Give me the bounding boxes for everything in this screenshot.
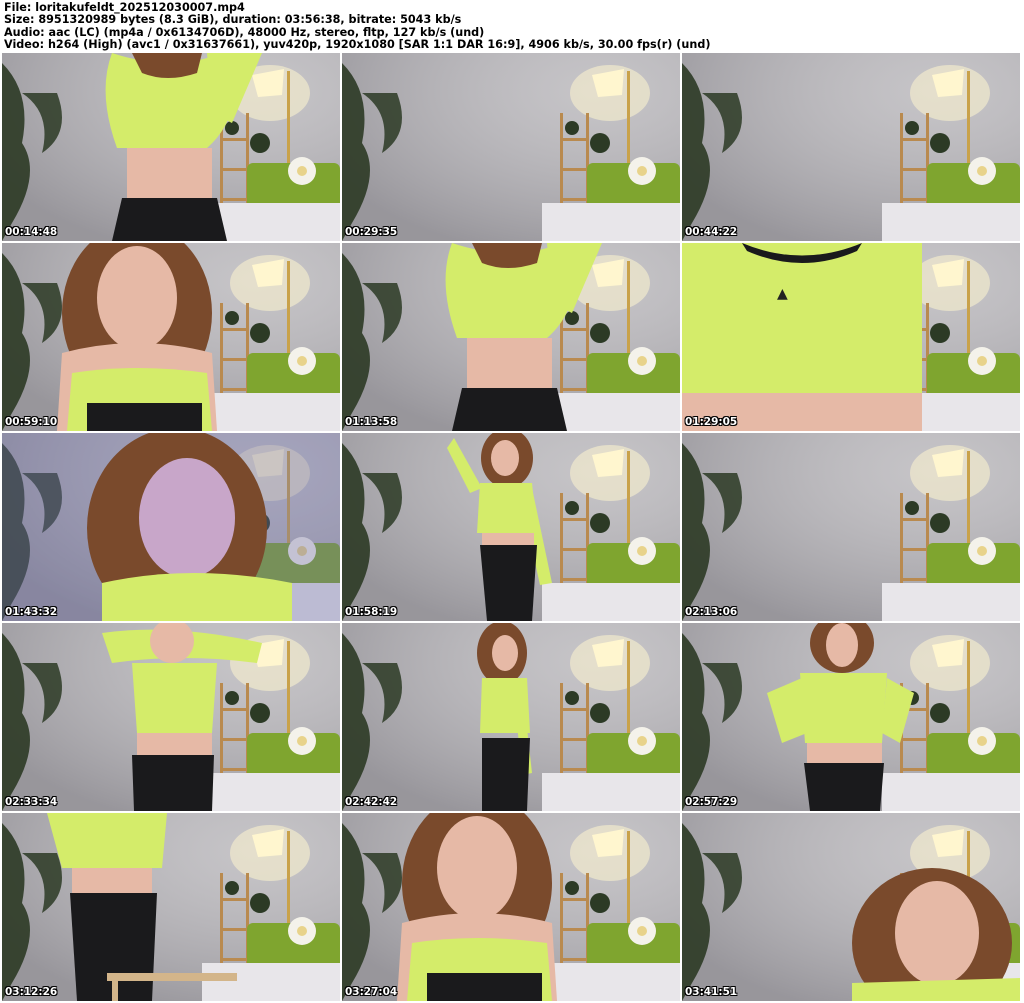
thumbnail-timestamp: 02:13:06	[685, 606, 738, 618]
thumbnail-frame: ▲	[682, 243, 1020, 431]
video-thumbnail: 01:43:32	[2, 433, 340, 621]
video-thumbnail: 00:29:35	[342, 53, 680, 241]
thumbnail-frame	[342, 243, 680, 431]
thumbnail-frame	[2, 623, 340, 811]
thumbnail-frame	[682, 813, 1020, 1001]
video-thumbnail: ▲ 01:29:05	[682, 243, 1020, 431]
video-thumbnail: 00:14:48	[2, 53, 340, 241]
thumbnail-frame	[2, 53, 340, 241]
video-thumbnail: 02:57:29	[682, 623, 1020, 811]
thumbnail-timestamp: 00:14:48	[5, 226, 58, 238]
thumbnail-frame	[342, 433, 680, 621]
video-thumbnail: 03:27:04	[342, 813, 680, 1001]
thumbnail-timestamp: 02:57:29	[685, 796, 738, 808]
thumbnail-frame	[342, 813, 680, 1001]
video-thumbnail: 01:13:58	[342, 243, 680, 431]
thumbnail-timestamp: 01:13:58	[345, 416, 398, 428]
file-size-line: Size: 8951320989 bytes (8.3 GiB), durati…	[4, 13, 462, 27]
thumbnail-timestamp: 02:42:42	[345, 796, 398, 808]
video-thumbnail: 01:58:19	[342, 433, 680, 621]
video-thumbnail: 03:12:26	[2, 813, 340, 1001]
svg-text:▲: ▲	[777, 286, 788, 302]
thumbnail-frame	[2, 813, 340, 1001]
thumbnail-frame	[342, 53, 680, 241]
thumbnail-timestamp: 01:58:19	[345, 606, 398, 618]
thumbnail-timestamp: 01:43:32	[5, 606, 58, 618]
file-info-header: File: loritakufeldt_202512030007.mp4 Siz…	[0, 0, 1024, 53]
video-thumbnail: 03:41:51	[682, 813, 1020, 1001]
video-thumbnail: 00:44:22	[682, 53, 1020, 241]
thumbnail-timestamp: 02:33:34	[5, 796, 58, 808]
thumbnail-frame	[682, 53, 1020, 241]
thumbnail-timestamp: 01:29:05	[685, 416, 738, 428]
thumbnail-frame	[2, 433, 340, 621]
thumbnail-frame	[342, 623, 680, 811]
video-thumbnail: 02:42:42	[342, 623, 680, 811]
thumbnail-timestamp: 00:59:10	[5, 416, 58, 428]
thumbnail-frame	[2, 243, 340, 431]
thumbnail-timestamp: 03:12:26	[5, 986, 58, 998]
thumbnail-frame	[682, 433, 1020, 621]
thumbnail-frame	[682, 623, 1020, 811]
video-thumbnail: 02:33:34	[2, 623, 340, 811]
thumbnail-timestamp: 00:44:22	[685, 226, 738, 238]
thumbnail-timestamp: 03:41:51	[685, 986, 738, 998]
thumbnail-timestamp: 00:29:35	[345, 226, 398, 238]
video-info-line: Video: h264 (High) (avc1 / 0x31637661), …	[4, 38, 711, 52]
video-thumbnail: 02:13:06	[682, 433, 1020, 621]
thumbnail-grid: 00:14:48 00:29:35 00:44:22 00:59:10 01:1…	[2, 53, 1022, 1003]
thumbnail-timestamp: 03:27:04	[345, 986, 398, 998]
video-thumbnail: 00:59:10	[2, 243, 340, 431]
